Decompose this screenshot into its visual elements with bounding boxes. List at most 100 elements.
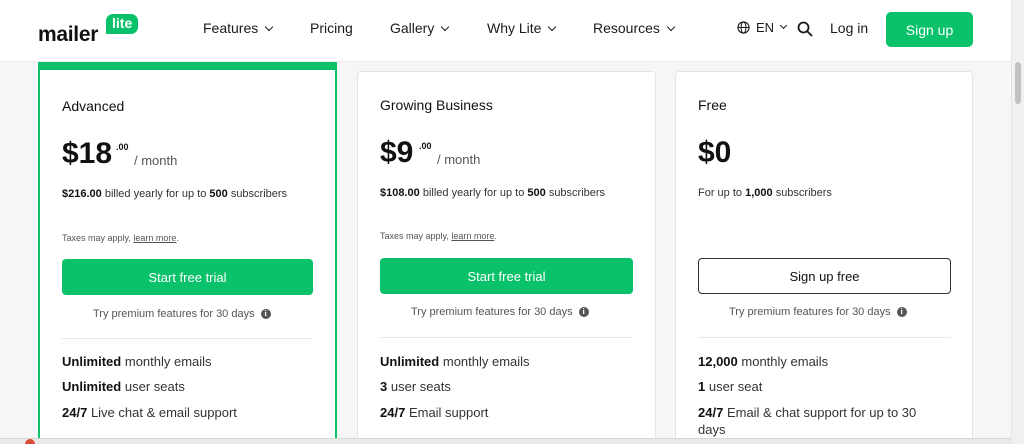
chevron-down-icon bbox=[265, 22, 274, 32]
taxes-end: . bbox=[176, 233, 179, 243]
start-free-trial-button[interactable]: Start free trial bbox=[62, 259, 313, 295]
nav-resources-label: Resources bbox=[593, 20, 660, 36]
billed-subscriber-count: 500 bbox=[209, 188, 228, 200]
feature-text: user seats bbox=[124, 379, 185, 394]
feature-strong: 24/7 bbox=[698, 405, 724, 420]
trial-note: Try premium features for 30 days i bbox=[411, 306, 589, 318]
plan-price-cents: .00 bbox=[419, 141, 432, 151]
feature-item: Unlimited monthly emails bbox=[380, 353, 635, 370]
info-icon[interactable]: i bbox=[896, 307, 907, 317]
feature-item: 12,000 monthly emails bbox=[698, 353, 953, 370]
nav-why-lite-label: Why Lite bbox=[487, 20, 542, 36]
site-header: mailer lite Features Pricing Gallery Why… bbox=[0, 0, 1011, 62]
logo-wordmark: mailer bbox=[38, 23, 99, 46]
feature-text: monthly emails bbox=[741, 354, 829, 369]
feature-strong: 12,000 bbox=[698, 354, 738, 369]
nav-gallery-label: Gallery bbox=[390, 20, 435, 36]
nav-pricing[interactable]: Pricing bbox=[310, 20, 353, 36]
feature-item: Unlimited monthly emails bbox=[62, 353, 317, 370]
billed-amount: $216.00 bbox=[62, 188, 102, 200]
feature-text: Email & chat support for up to 30 days bbox=[698, 405, 917, 437]
trial-note-text: Try premium features for 30 days bbox=[411, 306, 573, 318]
chevron-down-icon bbox=[441, 22, 450, 32]
nav-features[interactable]: Features bbox=[203, 20, 274, 36]
taxes-note: Taxes may apply, learn more. bbox=[380, 231, 497, 241]
feature-text: Email support bbox=[408, 405, 489, 420]
subs-suffix: subscribers bbox=[775, 187, 832, 199]
feature-item: 24/7 Live chat & email support bbox=[62, 404, 317, 421]
browser-status-strip bbox=[0, 438, 1011, 444]
scrollbar-thumb[interactable] bbox=[1015, 62, 1021, 104]
info-icon[interactable]: i bbox=[260, 309, 271, 319]
billed-suffix: subscribers bbox=[230, 188, 288, 200]
nav-gallery[interactable]: Gallery bbox=[390, 20, 450, 36]
plan-price: $9 bbox=[380, 136, 414, 169]
feature-item: Unlimited user seats bbox=[62, 378, 317, 395]
feature-item: 24/7 Email support bbox=[380, 404, 635, 421]
plan-name: Free bbox=[698, 97, 727, 113]
feature-strong: 1 bbox=[698, 379, 706, 394]
info-icon[interactable]: i bbox=[578, 307, 589, 317]
billed-text: billed yearly for up to bbox=[104, 188, 207, 200]
feature-strong: Unlimited bbox=[62, 354, 122, 369]
language-selector[interactable]: EN bbox=[737, 20, 788, 35]
billing-note: $108.00 billed yearly for up to 500 subs… bbox=[380, 184, 620, 202]
divider bbox=[62, 338, 313, 339]
feature-strong: Unlimited bbox=[380, 354, 440, 369]
feature-item: 3 user seats bbox=[380, 378, 635, 395]
chevron-down-icon bbox=[780, 21, 788, 30]
taxes-end: . bbox=[494, 231, 497, 241]
subs-prefix: For up to bbox=[698, 187, 743, 199]
feature-item: 24/7 Email & chat support for up to 30 d… bbox=[698, 404, 938, 438]
feature-text: monthly emails bbox=[442, 354, 530, 369]
language-label: EN bbox=[756, 20, 775, 35]
billed-suffix: subscribers bbox=[548, 187, 606, 199]
trial-note: Try premium features for 30 days i bbox=[93, 308, 271, 320]
nav-resources[interactable]: Resources bbox=[593, 20, 676, 36]
signup-button[interactable]: Sign up bbox=[886, 12, 973, 47]
subscriber-limit: For up to 1,000 subscribers bbox=[698, 184, 938, 202]
plan-card-growing-business: Growing Business $9 .00 / month $108.00 … bbox=[357, 71, 656, 444]
taxes-text: Taxes may apply, bbox=[62, 233, 131, 243]
search-icon[interactable] bbox=[797, 21, 813, 37]
page-scrollbar[interactable] bbox=[1011, 0, 1024, 444]
chevron-down-icon bbox=[666, 22, 676, 32]
feature-text: user seats bbox=[390, 379, 451, 394]
taxes-note: Taxes may apply, learn more. bbox=[62, 233, 179, 243]
billed-text: billed yearly for up to bbox=[422, 187, 525, 199]
plan-card-advanced: Advanced $18 .00 / month $216.00 billed … bbox=[38, 62, 337, 444]
plan-price: $18 bbox=[62, 137, 113, 170]
taxes-text: Taxes may apply, bbox=[380, 231, 449, 241]
billing-note: $216.00 billed yearly for up to 500 subs… bbox=[62, 185, 302, 203]
login-link[interactable]: Log in bbox=[830, 20, 868, 36]
feature-strong: 3 bbox=[380, 379, 388, 394]
feature-strong: 24/7 bbox=[380, 405, 406, 420]
status-dot-icon bbox=[25, 439, 35, 444]
billed-subscriber-count: 500 bbox=[527, 187, 546, 199]
start-free-trial-button[interactable]: Start free trial bbox=[380, 258, 633, 294]
learn-more-link[interactable]: learn more bbox=[133, 233, 176, 243]
chevron-down-icon bbox=[548, 22, 557, 32]
plan-period: / month bbox=[134, 153, 178, 168]
divider bbox=[380, 337, 633, 338]
learn-more-link[interactable]: learn more bbox=[451, 231, 494, 241]
logo-badge: lite bbox=[106, 14, 139, 34]
plan-price-cents: .00 bbox=[116, 142, 129, 152]
trial-note: Try premium features for 30 days i bbox=[729, 306, 907, 318]
feature-strong: Unlimited bbox=[62, 379, 122, 394]
billed-amount: $108.00 bbox=[380, 187, 420, 199]
feature-text: Live chat & email support bbox=[90, 405, 237, 420]
plan-name: Growing Business bbox=[380, 97, 493, 113]
plan-name: Advanced bbox=[62, 98, 125, 114]
plan-period: / month bbox=[437, 152, 481, 167]
feature-text: monthly emails bbox=[124, 354, 212, 369]
nav-why-lite[interactable]: Why Lite bbox=[487, 20, 557, 36]
subs-count: 1,000 bbox=[745, 187, 773, 199]
trial-note-text: Try premium features for 30 days bbox=[729, 306, 891, 318]
plan-card-free: Free $0 For up to 1,000 subscribers Sign… bbox=[675, 71, 973, 444]
feature-text: user seat bbox=[708, 379, 763, 394]
globe-icon bbox=[737, 21, 750, 34]
sign-up-free-button[interactable]: Sign up free bbox=[698, 258, 951, 294]
trial-note-text: Try premium features for 30 days bbox=[93, 308, 255, 320]
feature-strong: 24/7 bbox=[62, 405, 88, 420]
